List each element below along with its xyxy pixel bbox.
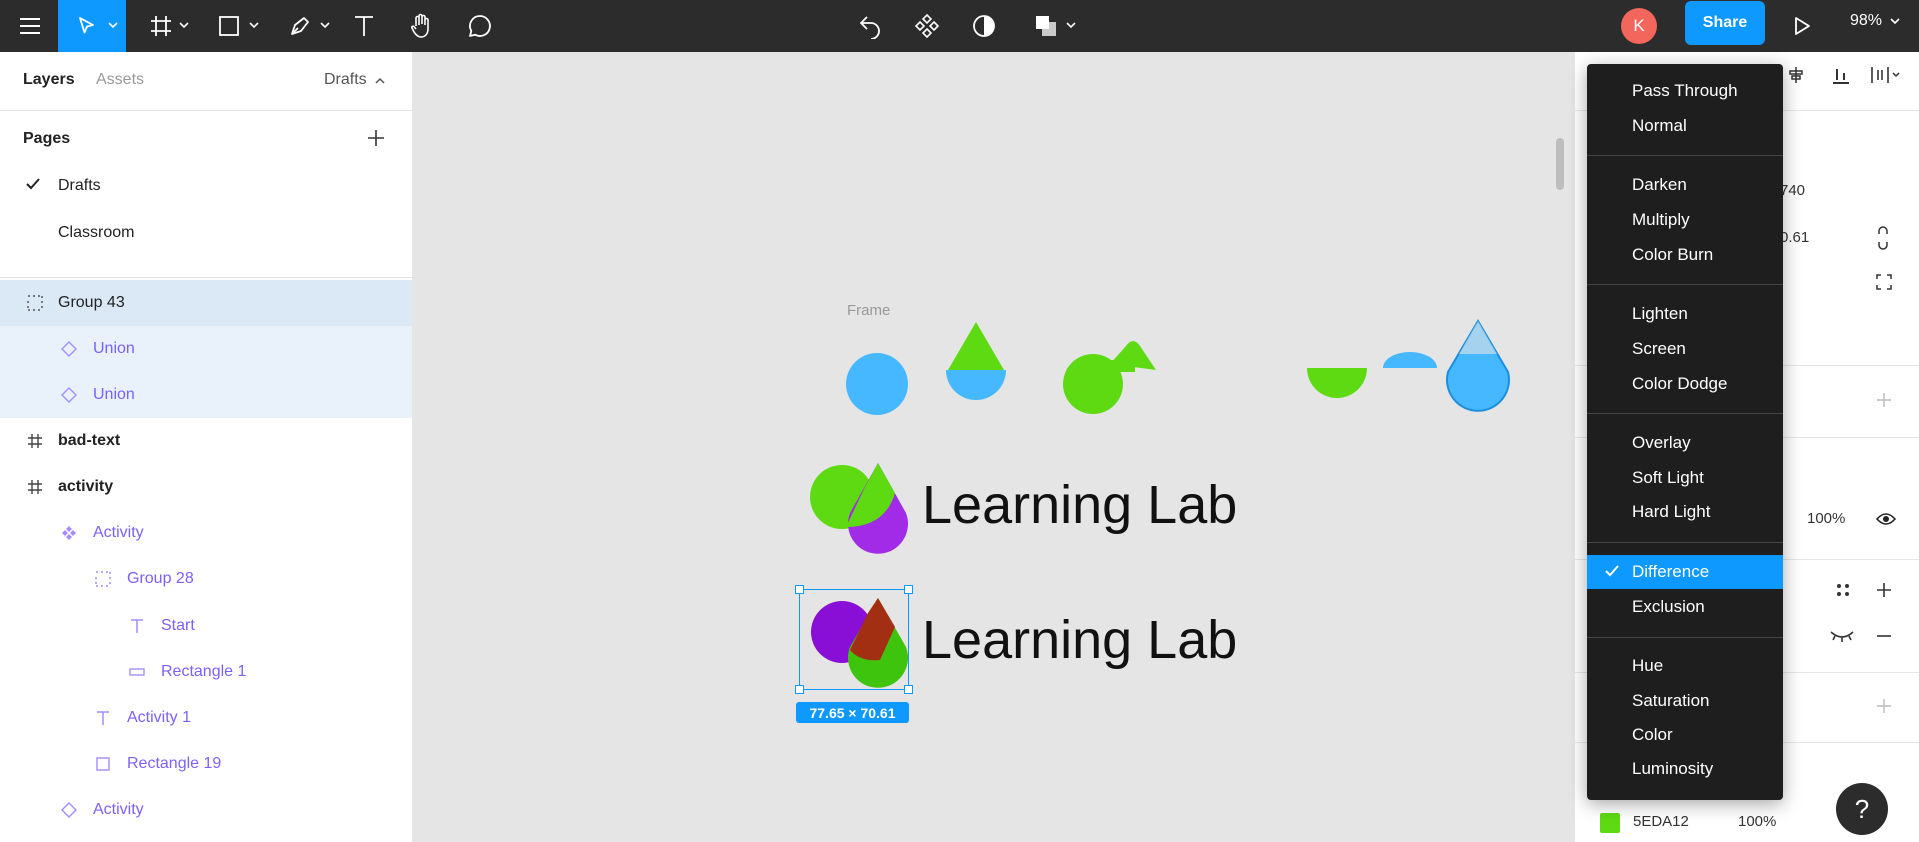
resize-to-fit-icon[interactable] [1876, 274, 1892, 290]
remove-fill-icon[interactable] [1876, 634, 1892, 638]
selection-dimensions: 77.65 × 70.61 [796, 702, 909, 723]
layer-opacity-value[interactable]: 100% [1807, 510, 1845, 527]
blend-option-multiply[interactable]: Multiply [1587, 203, 1783, 237]
fill-color-swatch[interactable] [1600, 813, 1620, 833]
blend-option-soft-light[interactable]: Soft Light [1587, 461, 1783, 495]
logo-text-2[interactable]: Learning Lab [922, 609, 1237, 671]
style-grid-icon[interactable] [1835, 582, 1851, 598]
eye-closed-icon[interactable] [1829, 629, 1855, 643]
blue-drop-outline-shape [1446, 319, 1510, 412]
fill-opacity-value[interactable]: 100% [1738, 813, 1776, 830]
green-bowl-shape [1307, 368, 1367, 398]
blend-option-normal[interactable]: Normal [1587, 109, 1783, 143]
logo-mark-1 [810, 463, 908, 554]
checkmark-icon [1605, 565, 1619, 577]
logo-text-1[interactable]: Learning Lab [922, 474, 1237, 536]
blend-option-hue[interactable]: Hue [1587, 649, 1783, 683]
align-horizontal-center-icon[interactable] [1786, 65, 1806, 85]
green-blob-shape [1063, 341, 1156, 414]
green-triangle-shape [948, 322, 1004, 370]
add-icon[interactable] [1876, 392, 1892, 408]
blend-option-pass-through[interactable]: Pass Through [1587, 74, 1783, 108]
distribute-icon[interactable] [1870, 65, 1902, 85]
menu-separator [1587, 413, 1783, 414]
selection-box[interactable] [799, 589, 909, 690]
blend-option-color-burn[interactable]: Color Burn [1587, 238, 1783, 272]
fill-hex-value[interactable]: 5EDA12 [1633, 813, 1689, 830]
blue-semicircle-shape [946, 370, 1006, 400]
eye-icon[interactable] [1876, 512, 1896, 526]
add-stroke-icon[interactable] [1876, 698, 1892, 714]
blend-option-overlay[interactable]: Overlay [1587, 426, 1783, 460]
help-button[interactable]: ? [1836, 783, 1888, 835]
blend-option-hard-light[interactable]: Hard Light [1587, 495, 1783, 529]
resize-handle[interactable] [904, 585, 913, 594]
green-half-circle-shape [1307, 338, 1367, 368]
constrain-proportions-icon[interactable] [1876, 226, 1890, 250]
resize-handle[interactable] [795, 585, 804, 594]
blend-option-luminosity[interactable]: Luminosity [1587, 752, 1783, 786]
blend-option-color[interactable]: Color [1587, 718, 1783, 752]
blue-dome-shape [1383, 352, 1437, 368]
blue-circle-shape [846, 353, 908, 415]
menu-separator [1587, 637, 1783, 638]
add-fill-icon[interactable] [1876, 582, 1892, 598]
resize-handle[interactable] [795, 685, 804, 694]
menu-separator [1587, 542, 1783, 543]
menu-separator [1587, 155, 1783, 156]
blend-mode-dropdown: Pass Through Normal Darken Multiply Colo… [1587, 64, 1783, 800]
resize-handle[interactable] [904, 685, 913, 694]
height-value[interactable]: 0.61 [1780, 229, 1809, 246]
align-bottom-icon[interactable] [1831, 65, 1851, 85]
blend-option-exclusion[interactable]: Exclusion [1587, 590, 1783, 624]
blend-option-difference[interactable]: Difference [1587, 555, 1783, 589]
menu-separator [1587, 284, 1783, 285]
blend-option-darken[interactable]: Darken [1587, 168, 1783, 202]
blend-option-color-dodge[interactable]: Color Dodge [1587, 367, 1783, 401]
blend-option-lighten[interactable]: Lighten [1587, 297, 1783, 331]
blend-option-screen[interactable]: Screen [1587, 332, 1783, 366]
blend-option-saturation[interactable]: Saturation [1587, 684, 1783, 718]
width-value[interactable]: 740 [1780, 182, 1805, 199]
